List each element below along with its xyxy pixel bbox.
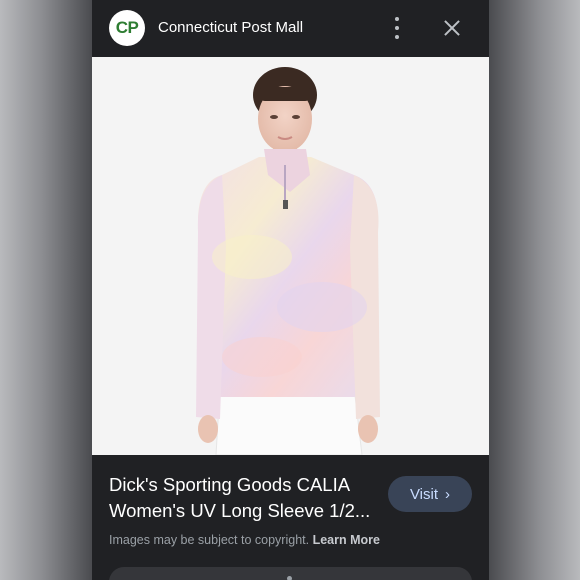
more-vertical-icon[interactable] bbox=[390, 17, 404, 39]
site-name[interactable]: Connecticut Post Mall bbox=[158, 19, 303, 36]
chevron-right-icon: › bbox=[445, 485, 451, 503]
bottom-action-bar[interactable] bbox=[109, 567, 472, 580]
product-photo-illustration bbox=[92, 57, 489, 455]
visit-button-label: Visit bbox=[409, 485, 439, 503]
site-logo: CP bbox=[109, 10, 145, 46]
blurred-background-right bbox=[489, 0, 580, 580]
product-title-line-1: Dick's Sporting Goods CALIA bbox=[109, 474, 351, 495]
product-title[interactable]: Dick's Sporting Goods CALIA Women's UV L… bbox=[109, 472, 379, 524]
visit-button[interactable]: Visit › bbox=[388, 476, 472, 512]
image-preview-panel: CP Connecticut Post Mall Dick's Sporting… bbox=[92, 0, 489, 580]
learn-more-link[interactable]: Learn More bbox=[313, 533, 380, 547]
product-image[interactable] bbox=[92, 57, 489, 455]
copyright-notice: Images may be subject to copyright. Lear… bbox=[109, 533, 380, 547]
bottom-bar-icon bbox=[287, 576, 292, 580]
site-logo-text: CP bbox=[115, 18, 139, 37]
blurred-background-left bbox=[0, 0, 92, 580]
preview-header: CP Connecticut Post Mall bbox=[92, 0, 489, 57]
copyright-text: Images may be subject to copyright. bbox=[109, 533, 313, 547]
product-title-line-2: Women's UV Long Sleeve 1/2... bbox=[109, 500, 371, 521]
close-icon[interactable] bbox=[441, 17, 463, 39]
